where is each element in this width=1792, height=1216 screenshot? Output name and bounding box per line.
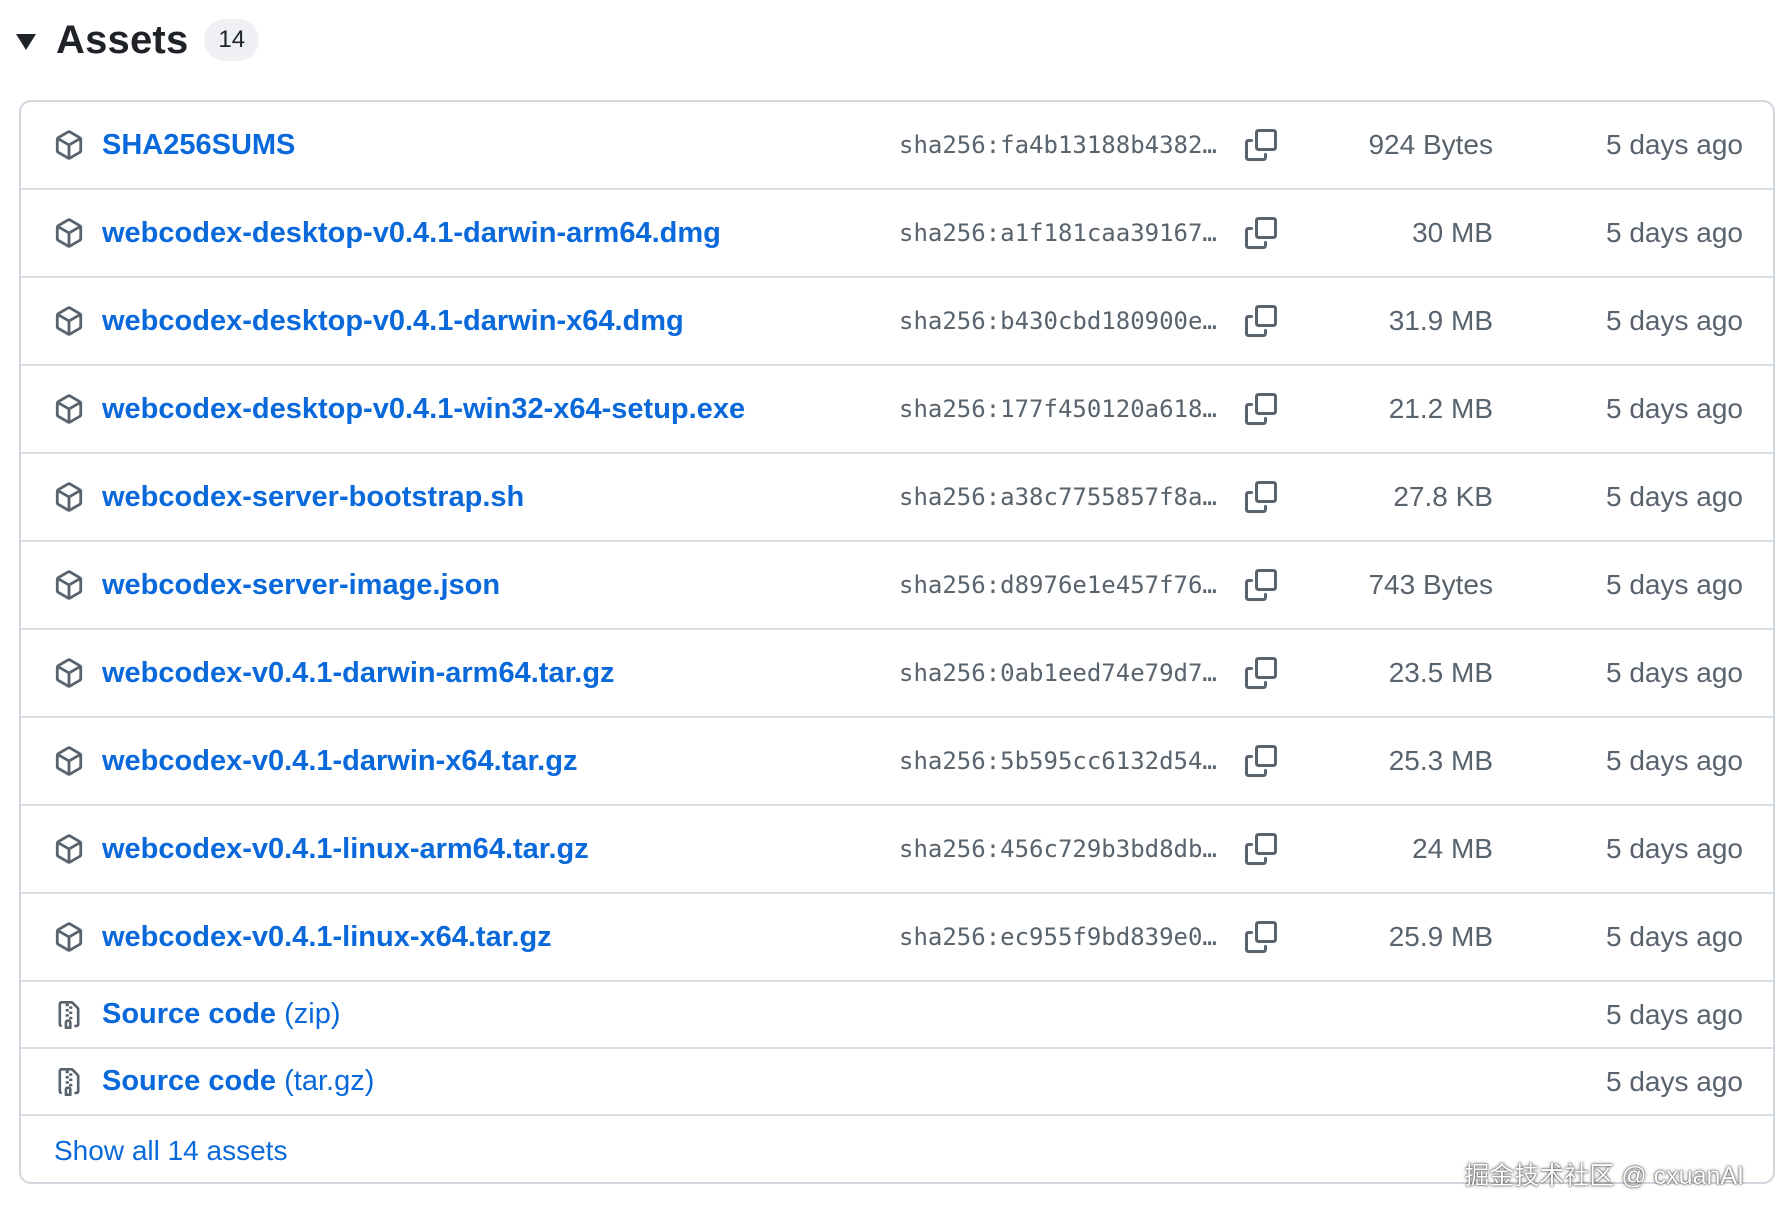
asset-date: 5 days ago [1606,745,1743,776]
copy-icon[interactable] [1243,215,1279,251]
package-icon [53,921,85,953]
asset-sha256: sha256:a38c7755857f8a… [899,483,1217,511]
package-icon [53,657,85,689]
copy-icon[interactable] [1243,127,1279,163]
copy-icon[interactable] [1243,919,1279,955]
asset-size: 30 MB [1412,217,1493,248]
asset-link[interactable]: webcodex-v0.4.1-linux-x64.tar.gz [102,921,552,954]
source-code-link[interactable]: Source code (tar.gz) [102,1065,374,1098]
source-code-label: Source code [102,998,277,1030]
asset-date: 5 days ago [1606,129,1743,160]
assets-header: Assets 14 [16,12,260,68]
copy-icon[interactable] [1243,567,1279,603]
asset-link[interactable]: webcodex-desktop-v0.4.1-darwin-arm64.dmg [102,217,721,250]
asset-row: SHA256SUMS sha256:fa4b13188b4382… 924 Byte… [21,102,1773,190]
file-zip-icon [53,999,85,1031]
source-code-link[interactable]: Source code (zip) [102,998,341,1031]
asset-date: 5 days ago [1606,569,1743,600]
package-icon [53,129,85,161]
asset-link[interactable]: webcodex-server-bootstrap.sh [102,481,524,514]
asset-date: 5 days ago [1606,833,1743,864]
asset-row: webcodex-server-image.json sha256:d8976e1… [21,542,1773,630]
source-row: Source code (tar.gz) 5 days ago [21,1049,1773,1116]
asset-date: 5 days ago [1606,305,1743,336]
asset-sha256: sha256:5b595cc6132d54… [899,747,1217,775]
copy-icon[interactable] [1243,831,1279,867]
asset-sha256: sha256:177f450120a618… [899,395,1217,423]
copy-icon[interactable] [1243,479,1279,515]
copy-icon[interactable] [1243,391,1279,427]
asset-count-badge: 14 [204,19,260,61]
asset-sha256: sha256:a1f181caa39167… [899,219,1217,247]
source-date: 5 days ago [1606,998,1743,1030]
package-icon [53,393,85,425]
package-icon [53,481,85,513]
asset-size: 25.3 MB [1388,745,1493,776]
section-title: Assets [56,17,189,62]
package-icon [53,569,85,601]
file-zip-icon [53,1066,85,1098]
asset-link[interactable]: webcodex-desktop-v0.4.1-darwin-x64.dmg [102,305,684,338]
asset-row: webcodex-desktop-v0.4.1-darwin-arm64.dmg… [21,190,1773,278]
source-code-format: (zip) [284,998,341,1030]
asset-sha256: sha256:b430cbd180900e… [899,307,1217,335]
asset-link[interactable]: webcodex-server-image.json [102,569,500,602]
source-row: Source code (zip) 5 days ago [21,982,1773,1049]
show-all-assets-link[interactable]: Show all 14 assets [54,1135,287,1167]
asset-sha256: sha256:d8976e1e457f76… [899,571,1217,599]
asset-size: 743 Bytes [1368,569,1493,600]
source-code-format: (tar.gz) [284,1065,375,1097]
asset-date: 5 days ago [1606,921,1743,952]
asset-date: 5 days ago [1606,217,1743,248]
package-icon [53,745,85,777]
asset-size: 24 MB [1412,833,1493,864]
package-icon [53,305,85,337]
asset-date: 5 days ago [1606,393,1743,424]
triangle-down-icon[interactable] [16,34,36,50]
asset-size: 21.2 MB [1388,393,1493,424]
asset-date: 5 days ago [1606,481,1743,512]
asset-sha256: sha256:0ab1eed74e79d7… [899,659,1217,687]
asset-size: 27.8 KB [1393,481,1493,512]
asset-size: 31.9 MB [1388,305,1493,336]
asset-size: 23.5 MB [1388,657,1493,688]
asset-link[interactable]: webcodex-v0.4.1-linux-arm64.tar.gz [102,833,589,866]
asset-link[interactable]: webcodex-v0.4.1-darwin-x64.tar.gz [102,745,577,778]
source-code-label: Source code [102,1065,277,1097]
asset-sha256: sha256:ec955f9bd839e0… [899,923,1217,951]
asset-row: webcodex-v0.4.1-linux-x64.tar.gz sha256:e… [21,894,1773,982]
copy-icon[interactable] [1243,743,1279,779]
asset-link[interactable]: webcodex-v0.4.1-darwin-arm64.tar.gz [102,657,615,690]
asset-row: webcodex-desktop-v0.4.1-darwin-x64.dmg sh… [21,278,1773,366]
copy-icon[interactable] [1243,655,1279,691]
asset-link[interactable]: webcodex-desktop-v0.4.1-win32-x64-setup.… [102,393,745,426]
asset-row: webcodex-desktop-v0.4.1-win32-x64-setup.… [21,366,1773,454]
package-icon [53,833,85,865]
copy-icon[interactable] [1243,303,1279,339]
watermark: 掘金技术社区 @ cxuanAI [1464,1162,1744,1190]
asset-date: 5 days ago [1606,657,1743,688]
asset-row: webcodex-v0.4.1-darwin-x64.tar.gz sha256:… [21,718,1773,806]
asset-row: webcodex-server-bootstrap.sh sha256:a38c7… [21,454,1773,542]
asset-row: webcodex-v0.4.1-linux-arm64.tar.gz sha256… [21,806,1773,894]
asset-sha256: sha256:fa4b13188b4382… [899,131,1217,159]
asset-size: 924 Bytes [1368,129,1493,160]
assets-list: SHA256SUMS sha256:fa4b13188b4382… 924 Byte… [19,100,1775,1184]
asset-sha256: sha256:456c729b3bd8db… [899,835,1217,863]
package-icon [53,217,85,249]
asset-size: 25.9 MB [1388,921,1493,952]
source-date: 5 days ago [1606,1065,1743,1097]
asset-row: webcodex-v0.4.1-darwin-arm64.tar.gz sha25… [21,630,1773,718]
asset-link[interactable]: SHA256SUMS [102,129,295,162]
